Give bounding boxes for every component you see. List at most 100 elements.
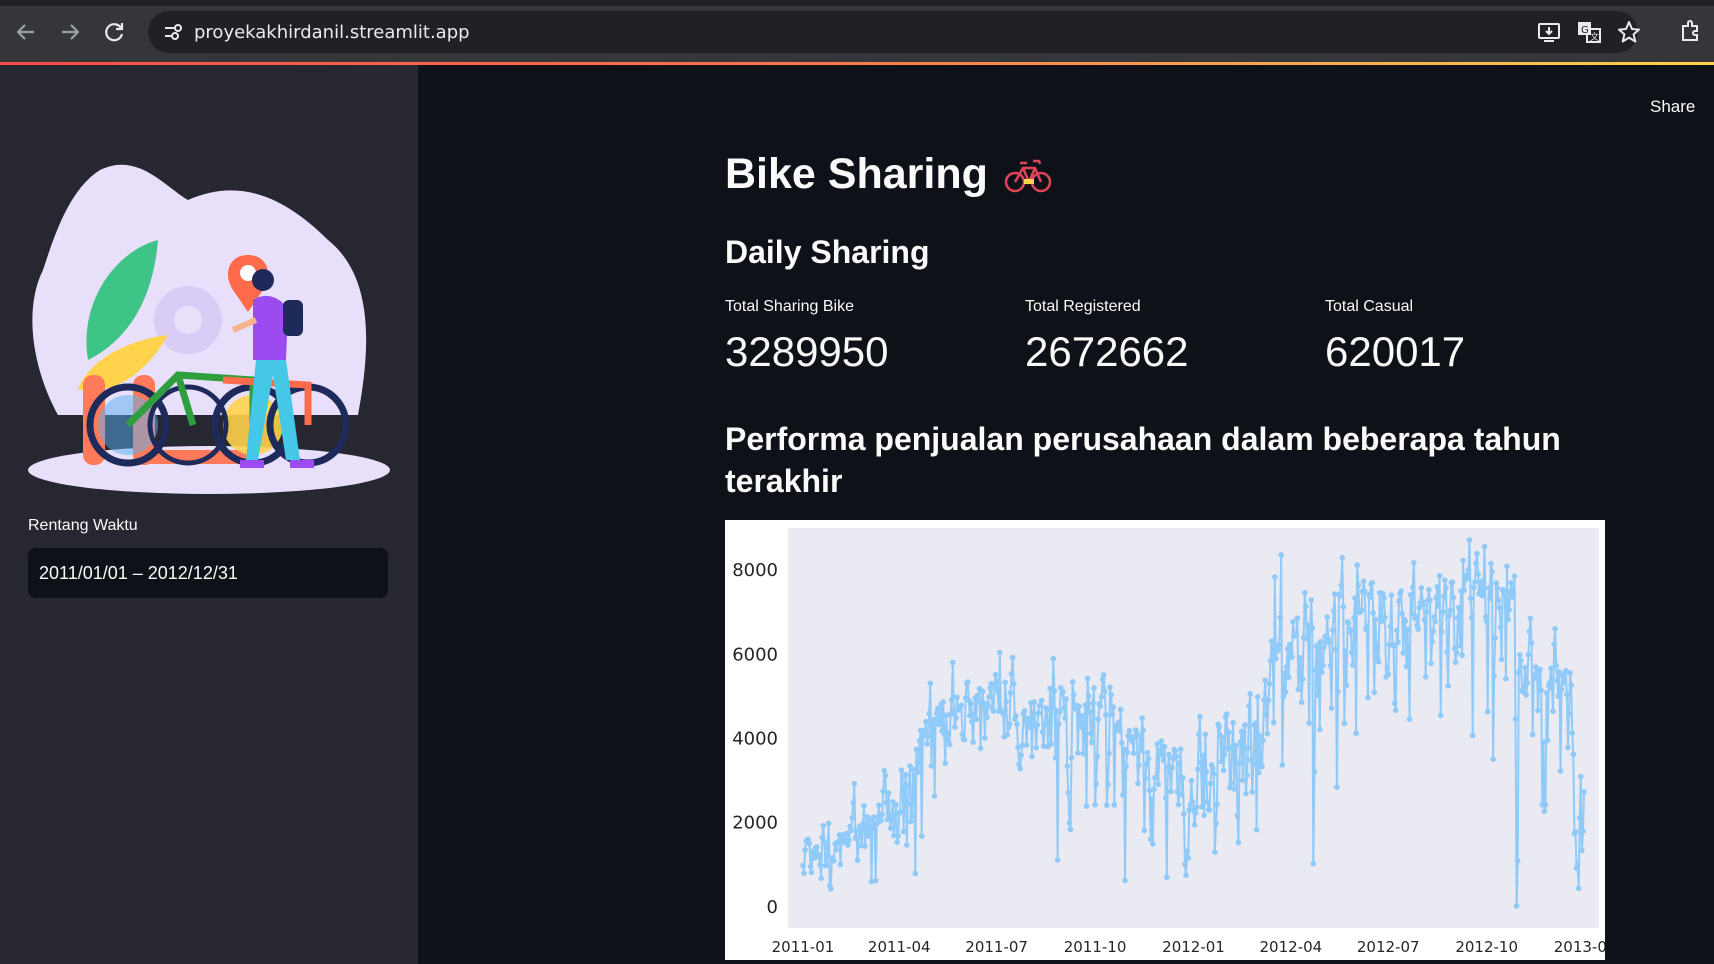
data-point [1201,812,1207,819]
data-point [959,731,966,738]
data-point [927,680,934,687]
data-point [851,780,858,787]
data-point [1138,747,1144,754]
data-point [1247,691,1253,697]
data-point [1511,573,1518,580]
data-point [1153,774,1159,781]
data-point [1116,727,1123,734]
data-point [1140,727,1146,734]
data-point [1575,885,1582,892]
data-point [1189,799,1196,806]
data-point [1449,579,1456,585]
data-point [1547,680,1553,686]
data-point [1172,748,1179,754]
date-range-input[interactable]: 2011/01/01 – 2012/12/31 [28,548,388,598]
data-point [1299,676,1306,682]
data-point [1117,706,1124,713]
translate-icon[interactable]: G文 [1576,19,1602,45]
data-point [1452,659,1459,666]
data-point [1110,704,1117,710]
data-point [1014,721,1020,728]
data-point [1063,696,1069,702]
data-point [821,839,828,845]
data-point [1364,623,1370,630]
data-point [1482,614,1489,620]
data-point [1523,692,1529,698]
data-point [1243,790,1249,797]
data-point [1244,772,1250,778]
data-point [1086,709,1093,715]
data-point [1487,595,1493,602]
data-point [1390,642,1397,649]
data-point [1049,703,1056,710]
metric-value: 620017 [1325,328,1466,375]
data-point [1517,652,1523,658]
data-point [954,694,960,701]
data-point [1219,734,1226,741]
page-title: Bike Sharing [725,150,988,198]
data-point [1155,781,1161,788]
data-point [1031,699,1037,705]
data-point [909,813,915,819]
forward-arrow-icon[interactable] [54,16,86,48]
data-point [1107,684,1113,691]
data-point [1399,610,1405,617]
data-point [1273,656,1279,662]
data-point [1037,702,1044,708]
x-tick-label: 2012-10 [1455,938,1518,956]
site-info-icon[interactable] [162,21,184,43]
data-point [1069,679,1076,685]
data-point [1503,675,1509,682]
x-tick-label: 2012-07 [1357,938,1420,956]
data-point [1256,769,1262,776]
data-point [1144,749,1151,756]
data-point [897,809,904,815]
back-arrow-icon[interactable] [10,16,42,48]
svg-text:文: 文 [1590,31,1599,43]
data-point [1282,689,1289,695]
data-point [1373,642,1380,649]
data-point [914,759,921,766]
data-point [1211,771,1217,777]
data-point [1564,691,1570,698]
data-point [1103,712,1109,718]
share-button[interactable]: Share [1650,97,1695,117]
data-point [1525,651,1532,658]
data-point [1298,699,1305,705]
data-point [894,839,900,846]
data-point [1415,626,1421,632]
data-point [1294,615,1301,621]
url-text[interactable]: proyekakhirdanil.streamlit.app [194,22,470,43]
reload-icon[interactable] [99,16,131,48]
data-point [1513,903,1520,909]
data-point [1029,753,1035,760]
data-point [1358,607,1365,613]
data-point [1079,713,1085,719]
data-point [970,739,976,745]
data-point [1536,672,1542,679]
data-point [1181,811,1187,817]
data-point [1551,641,1557,648]
data-point [1472,579,1478,585]
data-point [808,869,815,876]
data-point [1034,722,1041,728]
data-point [1145,755,1152,762]
data-point [1104,802,1110,808]
data-point [1197,713,1203,720]
data-point [1237,739,1244,745]
data-point [1266,681,1273,687]
data-point [1080,750,1087,757]
bookmark-star-icon[interactable] [1616,19,1642,45]
install-app-icon[interactable] [1536,19,1562,45]
data-point [923,718,929,725]
address-bar[interactable]: proyekakhirdanil.streamlit.app G文 [148,11,1640,53]
data-point [1267,658,1274,664]
data-point [1076,703,1082,710]
data-point [1326,640,1333,646]
data-point [1085,693,1092,699]
data-point [895,833,901,839]
data-point [1514,858,1521,864]
data-point [1126,727,1133,734]
data-point [1549,685,1555,692]
extensions-icon[interactable] [1678,18,1704,44]
